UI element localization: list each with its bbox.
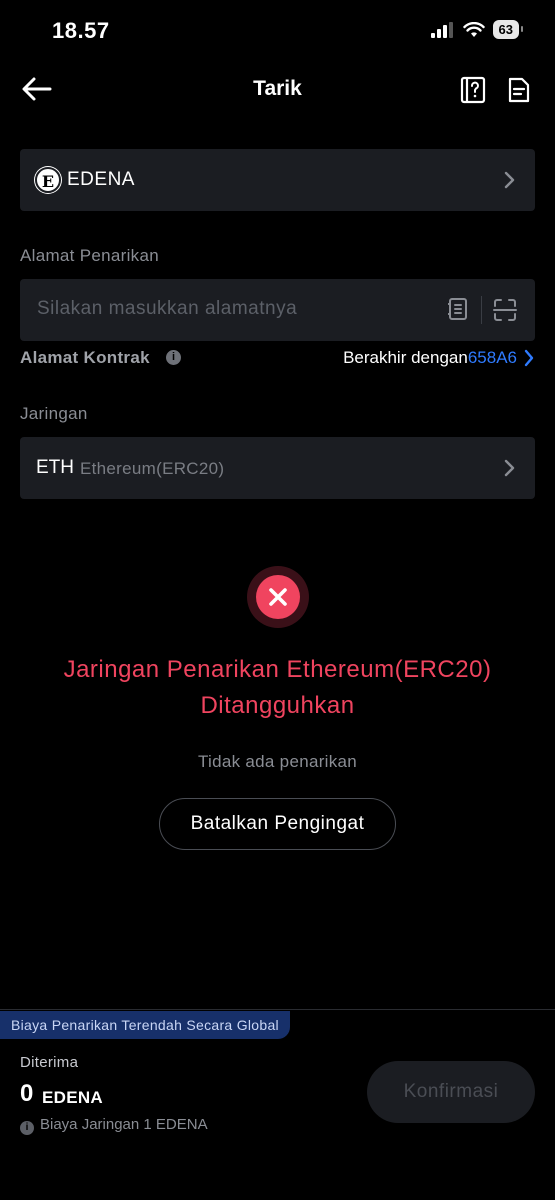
contract-value[interactable]: Berakhir dengan658A6 [343, 348, 517, 368]
cellular-signal-icon [430, 21, 453, 38]
nav-bar: Tarik [0, 62, 555, 118]
close-x-icon [269, 588, 287, 606]
network-fee-text: Biaya Jaringan 1 EDENA [40, 1116, 208, 1133]
contract-hash[interactable]: 658A6 [468, 348, 517, 367]
contract-row: Alamat Kontrak i Berakhir dengan658A6 [20, 346, 535, 370]
contract-label: Alamat Kontrak [20, 348, 150, 367]
received-amount: 0 [20, 1080, 34, 1107]
scan-qr-icon[interactable] [493, 298, 517, 322]
network-selector[interactable]: ETH Ethereum(ERC20) [20, 437, 535, 499]
cancel-reminder-button[interactable]: Batalkan Pengingat [159, 798, 396, 850]
input-divider [481, 296, 482, 324]
wifi-icon [462, 21, 485, 37]
promo-banner: Biaya Penarikan Terendah Secara Global [0, 1011, 290, 1039]
network-fee: i Biaya Jaringan 1 EDENA [20, 1116, 208, 1135]
status-time: 18.57 [52, 18, 110, 43]
chevron-right-icon [504, 171, 515, 189]
coin-name: EDENA [67, 169, 135, 190]
error-icon [256, 575, 300, 619]
info-icon[interactable]: i [20, 1121, 34, 1135]
address-book-icon[interactable] [447, 297, 469, 321]
address-input[interactable] [37, 298, 437, 320]
error-subtitle: Tidak ada penarikan [197, 752, 358, 771]
battery-indicator: 63 [492, 20, 524, 39]
network-label: Jaringan [20, 404, 88, 423]
contract-prefix: Berakhir dengan [343, 348, 468, 367]
address-label: Alamat Penarikan [20, 246, 159, 265]
confirm-button[interactable]: Konfirmasi [367, 1061, 535, 1123]
status-bar: 18.57 63 [0, 0, 555, 62]
coin-logo: E [35, 167, 61, 193]
info-icon[interactable]: i [166, 350, 181, 365]
chevron-right-icon[interactable] [523, 349, 535, 367]
error-title: Jaringan Penarikan Ethereum(ERC20) Ditan… [63, 656, 492, 719]
received-unit: EDENA [42, 1088, 104, 1107]
network-name: Ethereum(ERC20) [80, 459, 225, 478]
address-field [20, 279, 535, 341]
error-icon-halo [247, 566, 309, 628]
history-document-icon[interactable] [505, 76, 533, 104]
received-label: Diterima [20, 1054, 79, 1071]
network-symbol: ETH [36, 457, 74, 478]
help-book-icon[interactable] [459, 76, 487, 104]
footer-divider [0, 1009, 555, 1010]
chevron-right-icon [504, 459, 515, 477]
coin-selector[interactable]: E EDENA [20, 149, 535, 211]
status-icons: 63 [430, 20, 524, 39]
